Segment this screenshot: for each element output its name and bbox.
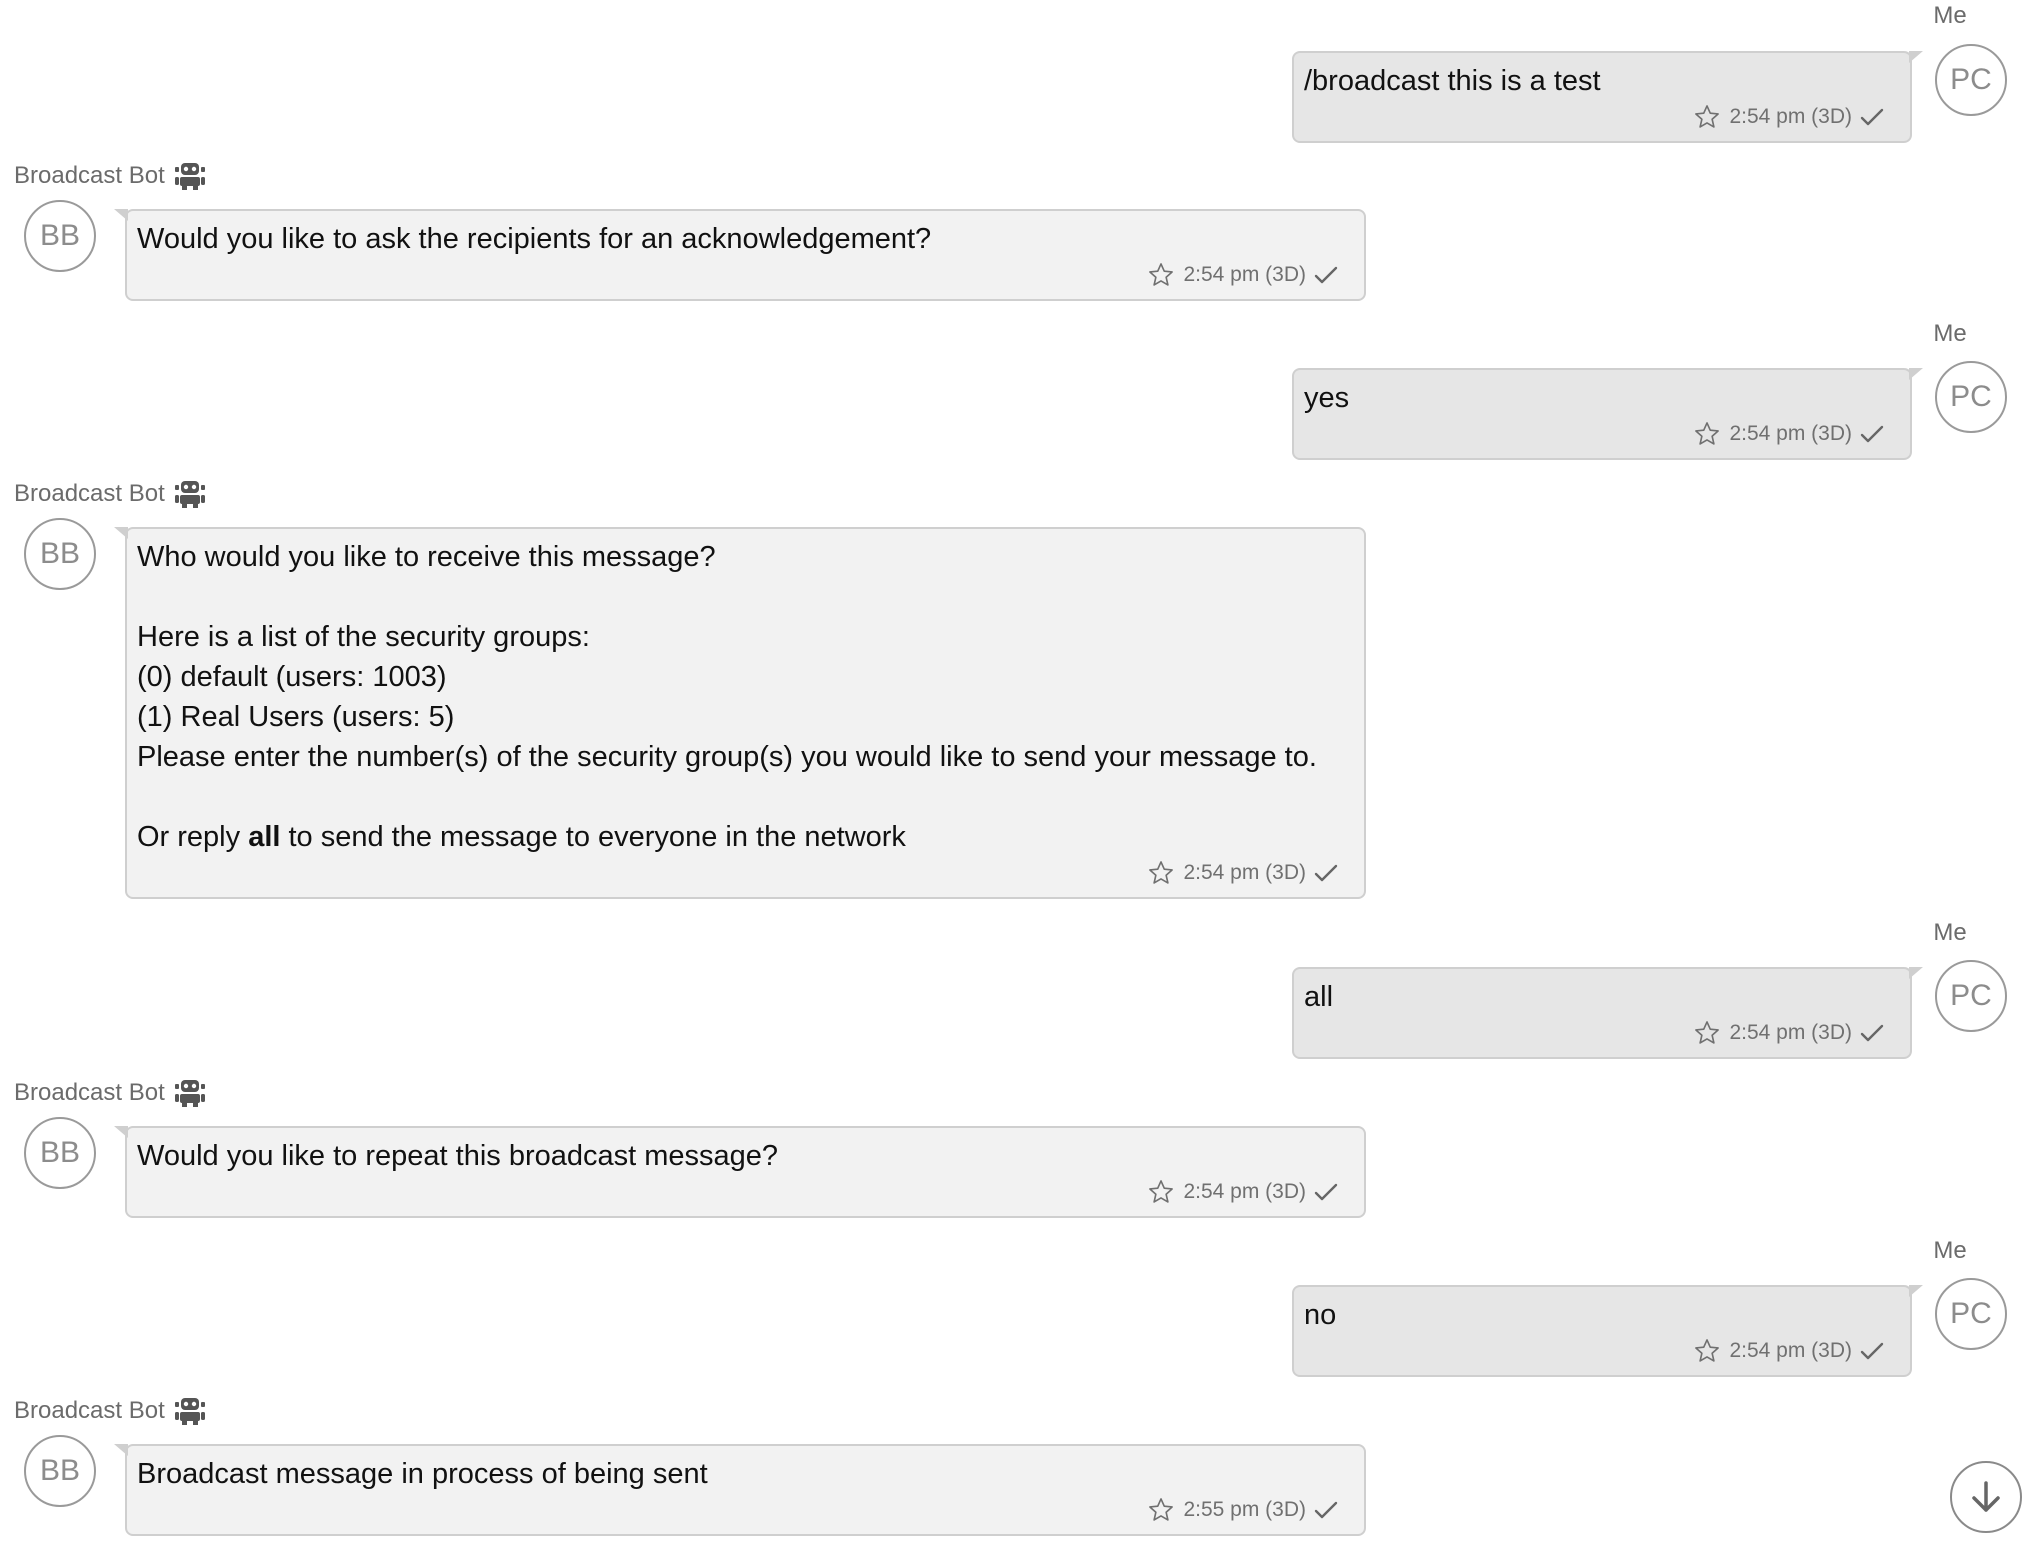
star-icon[interactable]	[1147, 1496, 1175, 1524]
scroll-to-bottom-button[interactable]	[1950, 1461, 2022, 1533]
message-text: Would you like to repeat this broadcast …	[137, 1140, 779, 1172]
star-icon[interactable]	[1147, 261, 1175, 289]
star-icon[interactable]	[1693, 103, 1721, 131]
sender-name: Broadcast Bot	[14, 161, 208, 191]
message-text: Or reply all to send the message to ever…	[137, 817, 1354, 857]
check-icon	[1314, 864, 1338, 882]
message-bubble[interactable]: no 2:54 pm (3D)	[1292, 1285, 1923, 1377]
star-icon[interactable]	[1147, 1178, 1175, 1206]
message-text: Would you like to ask the recipients for…	[137, 223, 932, 255]
message-text: Who would you like to receive this messa…	[137, 541, 716, 573]
sender-name-label: Me	[1933, 320, 1967, 347]
timestamp: 2:54 pm (3D)	[1183, 1180, 1306, 1203]
sender-name: Broadcast Bot	[14, 1078, 208, 1108]
message-meta: 2:54 pm (3D)	[1693, 420, 1884, 448]
reply-text-after: to send the message to everyone in the n…	[280, 821, 906, 853]
arrow-down-icon	[1972, 1481, 2000, 1512]
message-text: all	[1304, 981, 1334, 1013]
message-meta: 2:54 pm (3D)	[1693, 103, 1884, 131]
star-icon[interactable]	[1693, 420, 1721, 448]
check-icon	[1314, 266, 1338, 284]
avatar[interactable]: PC	[1935, 1278, 2007, 1350]
message-text: no	[1304, 1299, 1337, 1331]
sender-name-label: Broadcast Bot	[14, 480, 165, 507]
message-bubble[interactable]: yes 2:54 pm (3D)	[1292, 368, 1923, 460]
avatar[interactable]: BB	[24, 200, 96, 272]
message-meta: 2:54 pm (3D)	[1693, 1019, 1884, 1047]
message-meta: 2:54 pm (3D)	[1147, 261, 1338, 289]
message-text	[137, 577, 1354, 617]
timestamp: 2:54 pm (3D)	[1183, 861, 1306, 884]
sender-name: Me	[1910, 2, 1990, 30]
sender-name: Me	[1910, 320, 1990, 348]
robot-icon	[174, 163, 205, 190]
timestamp: 2:55 pm (3D)	[1183, 1498, 1306, 1521]
reply-keyword: all	[248, 821, 281, 853]
check-icon	[1314, 1183, 1338, 1201]
check-icon	[1314, 1501, 1338, 1519]
timestamp: 2:54 pm (3D)	[1729, 105, 1852, 128]
check-icon	[1860, 1342, 1884, 1360]
star-icon[interactable]	[1693, 1019, 1721, 1047]
sender-name: Broadcast Bot	[14, 479, 208, 509]
robot-icon	[174, 481, 205, 508]
sender-name-label: Broadcast Bot	[14, 1397, 165, 1424]
message-bubble[interactable]: Would you like to repeat this broadcast …	[114, 1126, 1366, 1218]
message-bubble[interactable]: Broadcast message in process of being se…	[114, 1444, 1366, 1536]
message-text: Please enter the number(s) of the securi…	[137, 741, 1317, 773]
check-icon	[1860, 108, 1884, 126]
avatar[interactable]: BB	[24, 518, 96, 590]
message-bubble[interactable]: all 2:54 pm (3D)	[1292, 967, 1923, 1059]
message-text: Here is a list of the security groups:	[137, 621, 590, 653]
message-bubble[interactable]: Who would you like to receive this messa…	[114, 527, 1366, 899]
star-icon[interactable]	[1147, 859, 1175, 887]
message-meta: 2:54 pm (3D)	[1147, 1178, 1338, 1206]
message-bubble[interactable]: Would you like to ask the recipients for…	[114, 209, 1366, 301]
message-meta: 2:54 pm (3D)	[1693, 1337, 1884, 1365]
check-icon	[1860, 1024, 1884, 1042]
sender-name: Broadcast Bot	[14, 1396, 208, 1426]
avatar[interactable]: PC	[1935, 361, 2007, 433]
sender-name-label: Broadcast Bot	[14, 1079, 165, 1106]
timestamp: 2:54 pm (3D)	[1729, 422, 1852, 445]
avatar[interactable]: PC	[1935, 44, 2007, 116]
avatar[interactable]: PC	[1935, 960, 2007, 1032]
sender-name-label: Me	[1933, 2, 1967, 29]
message-text: (0) default (users: 1003)	[137, 661, 447, 693]
message-meta: 2:55 pm (3D)	[1147, 1496, 1338, 1524]
avatar[interactable]: BB	[24, 1117, 96, 1189]
chat-transcript: Me PC/broadcast this is a test 2:54 pm (3D…	[0, 0, 2032, 1542]
message-meta: 2:54 pm (3D)	[1147, 859, 1338, 887]
avatar[interactable]: BB	[24, 1435, 96, 1507]
timestamp: 2:54 pm (3D)	[1729, 1339, 1852, 1362]
timestamp: 2:54 pm (3D)	[1183, 263, 1306, 286]
check-icon	[1860, 425, 1884, 443]
message-text: yes	[1304, 382, 1350, 414]
message-text: Broadcast message in process of being se…	[137, 1458, 708, 1490]
message-text	[137, 777, 1354, 817]
message-text: (1) Real Users (users: 5)	[137, 701, 455, 733]
sender-name: Me	[1910, 919, 1990, 947]
sender-name-label: Me	[1933, 1237, 1967, 1264]
sender-name-label: Me	[1933, 919, 1967, 946]
sender-name: Me	[1910, 1237, 1990, 1265]
star-icon[interactable]	[1693, 1337, 1721, 1365]
message-bubble[interactable]: /broadcast this is a test 2:54 pm (3D)	[1292, 51, 1923, 143]
timestamp: 2:54 pm (3D)	[1729, 1021, 1852, 1044]
reply-text-before: Or reply	[137, 821, 249, 853]
message-text: /broadcast this is a test	[1304, 65, 1601, 97]
sender-name-label: Broadcast Bot	[14, 162, 165, 189]
robot-icon	[174, 1080, 205, 1107]
robot-icon	[174, 1398, 205, 1425]
